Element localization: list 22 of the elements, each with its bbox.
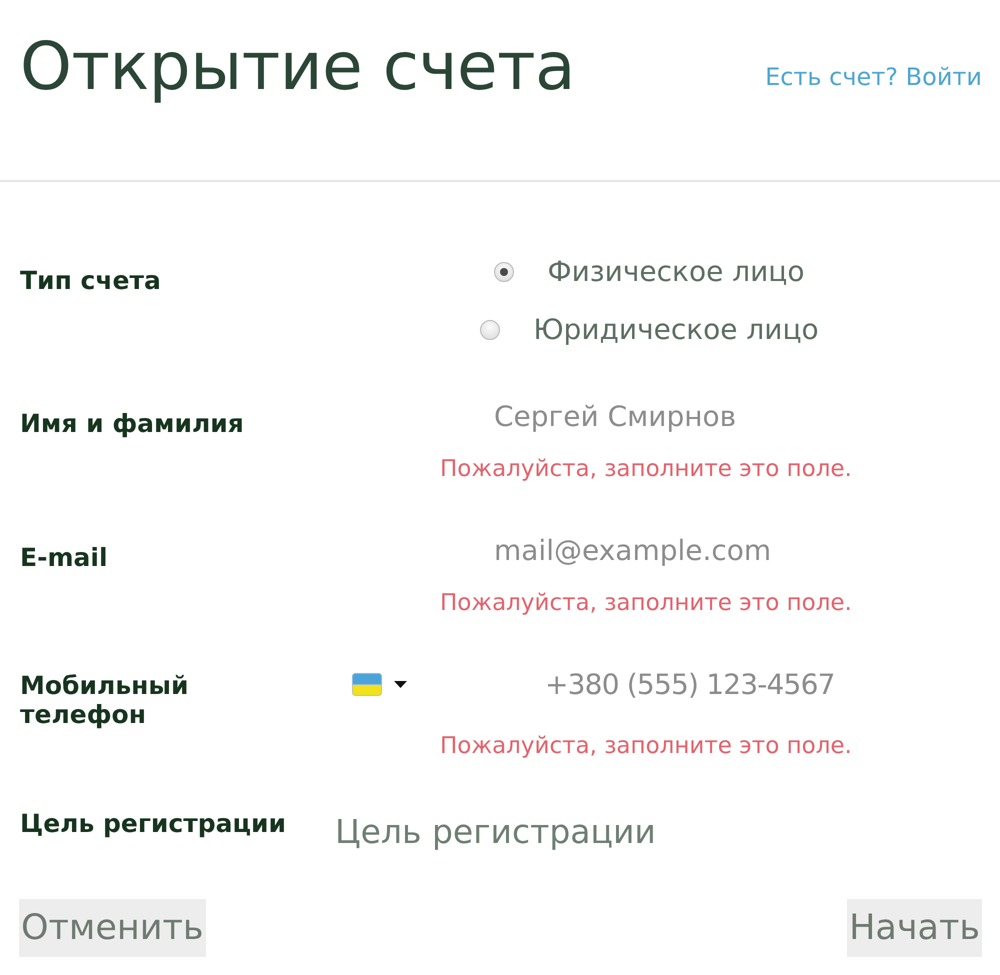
radio-button[interactable]: [480, 320, 500, 340]
page-title: Открытие счета: [20, 27, 575, 106]
caret-icon: [394, 680, 407, 688]
field-label: Мобильный телефон: [20, 670, 190, 729]
start-button[interactable]: Начать: [847, 899, 982, 957]
radio-button[interactable]: [494, 262, 514, 282]
flag-icon: [352, 672, 382, 696]
field-label: Имя и фамилия: [20, 408, 245, 440]
error-message: Пожалуйста, заполните это поле.: [440, 455, 853, 484]
text-field[interactable]: mail@example.com: [485, 528, 905, 572]
radio-label[interactable]: Физическое лицо: [547, 252, 804, 292]
field-label: Цель регистрации: [20, 808, 288, 840]
error-message: Пожалуйста, заполните это поле.: [440, 589, 853, 618]
login-link[interactable]: Есть счет? Войти: [765, 62, 982, 94]
field-label: Тип счета: [20, 265, 162, 297]
field-label: E-mail: [20, 542, 109, 574]
text-field[interactable]: Сергей Смирнов: [485, 394, 905, 438]
phone-field[interactable]: +380 (555) 123-4567: [536, 662, 936, 706]
cancel-button[interactable]: Отменить: [19, 899, 206, 957]
radio-label[interactable]: Юридическое лицо: [533, 310, 819, 350]
error-message: Пожалуйста, заполните это поле.: [440, 732, 853, 761]
text-field[interactable]: Цель регистрации: [335, 805, 895, 857]
